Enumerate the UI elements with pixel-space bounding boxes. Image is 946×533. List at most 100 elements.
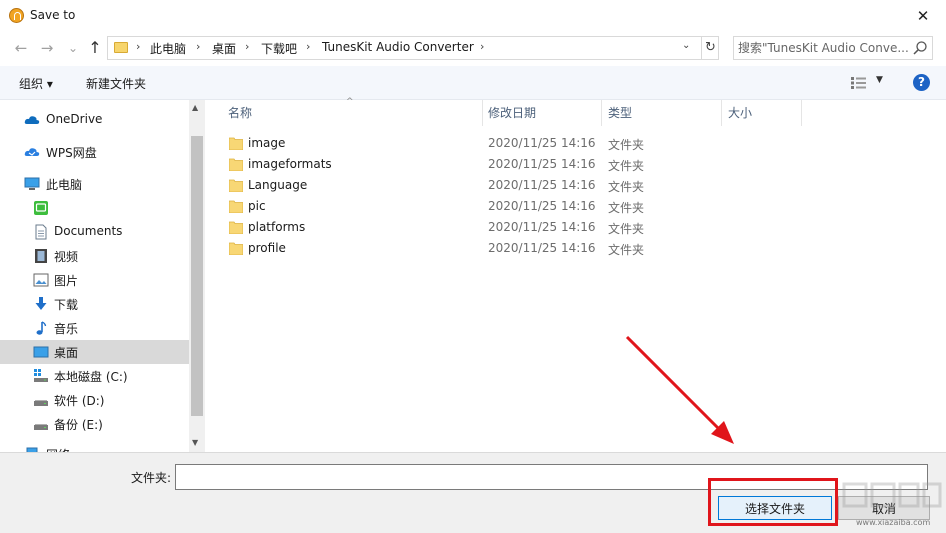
picture-icon — [33, 273, 49, 287]
window-title: Save to — [30, 8, 76, 22]
file-name: pic — [248, 199, 266, 213]
file-type: 文件夹 — [608, 243, 645, 257]
file-row[interactable]: pic 2020/11/25 14:16 文件夹 — [225, 196, 825, 217]
search-icon[interactable] — [912, 40, 928, 56]
file-name: image — [248, 136, 286, 150]
file-row[interactable]: profile 2020/11/25 14:16 文件夹 — [225, 238, 825, 259]
column-divider[interactable] — [801, 100, 802, 126]
folder-icon — [229, 200, 243, 213]
scroll-up-icon[interactable]: ▲ — [192, 103, 198, 112]
sidebar-item-label: 桌面 — [54, 346, 79, 360]
desktop-icon — [33, 346, 49, 358]
column-header-date[interactable]: 修改日期 — [488, 100, 536, 126]
refresh-icon[interactable]: ↻ — [701, 37, 719, 59]
file-type: 文件夹 — [608, 138, 645, 152]
sidebar-item-documents[interactable]: Documents — [0, 220, 189, 244]
document-icon — [35, 224, 47, 240]
drive-icon — [34, 424, 48, 430]
system-drive-icon — [34, 369, 48, 382]
sidebar-item-drive-d[interactable]: 软件 (D:) — [0, 388, 189, 412]
file-type: 文件夹 — [608, 222, 645, 236]
back-arrow-icon[interactable]: ← — [11, 38, 31, 58]
file-row[interactable]: image 2020/11/25 14:16 文件夹 — [225, 133, 825, 154]
sidebar-item-downloads[interactable]: 下载 — [0, 292, 189, 316]
forward-arrow-icon[interactable]: → — [37, 38, 57, 58]
sidebar-item-drive-c[interactable]: 本地磁盘 (C:) — [0, 364, 189, 388]
file-row[interactable]: imageformats 2020/11/25 14:16 文件夹 — [225, 154, 825, 175]
navigation-bar: ← → ⌄ ↑ › 此电脑 › 桌面 › 下载吧 › TunesKit Audi… — [0, 32, 946, 64]
column-divider[interactable] — [482, 100, 483, 126]
folder-icon — [114, 42, 128, 53]
sidebar-item-label: 此电脑 — [46, 178, 83, 192]
breadcrumb-item[interactable]: 此电脑 — [150, 40, 186, 57]
sidebar-item-network[interactable]: 网络 — [0, 442, 189, 452]
breadcrumb-separator: › — [136, 40, 141, 53]
sidebar-item-label: Documents — [54, 224, 123, 238]
title-bar: Save to ✕ — [0, 0, 946, 32]
file-name: platforms — [248, 220, 306, 234]
computer-icon — [24, 177, 40, 190]
file-name: imageformats — [248, 157, 332, 171]
search-input[interactable] — [738, 39, 912, 57]
help-icon[interactable]: ? — [913, 74, 930, 91]
sidebar-item-label: 备份 (E:) — [54, 418, 103, 432]
watermark-text: www.xiazaiba.com — [856, 518, 931, 527]
organize-button[interactable]: 组织 ▾ — [19, 75, 53, 92]
column-header-name[interactable]: 名称 — [228, 100, 252, 126]
sidebar-item-desktop[interactable]: 桌面 — [0, 340, 189, 364]
breadcrumb-item[interactable]: 桌面 — [212, 40, 236, 57]
up-arrow-icon[interactable]: ↑ — [85, 38, 105, 58]
column-header-type[interactable]: 类型 — [608, 100, 632, 126]
file-type: 文件夹 — [608, 159, 645, 173]
sidebar-item-label: 视频 — [54, 250, 79, 264]
column-divider[interactable] — [601, 100, 602, 126]
command-toolbar: 组织 ▾ 新建文件夹 ▼ ? — [0, 66, 946, 100]
wechat-files-icon — [34, 201, 48, 215]
scrollbar-thumb[interactable] — [191, 136, 203, 416]
close-button[interactable]: ✕ — [900, 0, 946, 32]
new-folder-button[interactable]: 新建文件夹 — [86, 75, 146, 92]
navigation-pane: OneDrive WPS网盘 此电脑 Documents 视频 图片 下载 音乐… — [0, 100, 205, 452]
file-row[interactable]: Language 2020/11/25 14:16 文件夹 — [225, 175, 825, 196]
address-bar[interactable]: › 此电脑 › 桌面 › 下载吧 › TunesKit Audio Conver… — [107, 36, 719, 60]
breadcrumb-item[interactable]: TunesKit Audio Converter — [322, 40, 474, 54]
video-icon — [35, 249, 47, 263]
drive-icon — [34, 400, 48, 406]
column-header-size[interactable]: 大小 — [728, 100, 752, 126]
view-dropdown-icon[interactable]: ▼ — [876, 75, 883, 85]
sidebar-item-wechat-files[interactable] — [0, 196, 189, 220]
sidebar-item-videos[interactable]: 视频 — [0, 244, 189, 268]
sort-ascending-icon: ^ — [346, 97, 354, 107]
sidebar-item-label: 下载 — [54, 298, 79, 312]
file-date: 2020/11/25 14:16 — [488, 178, 596, 192]
music-icon — [36, 321, 47, 335]
sidebar-item-music[interactable]: 音乐 — [0, 316, 189, 340]
sidebar-item-this-pc[interactable]: 此电脑 — [0, 172, 189, 196]
file-date: 2020/11/25 14:16 — [488, 136, 596, 150]
search-box[interactable] — [733, 36, 933, 60]
address-dropdown-icon[interactable]: ⌄ — [682, 40, 690, 51]
view-options-icon[interactable] — [851, 77, 866, 89]
file-list-pane: ^ 名称 修改日期 类型 大小 image 2020/11/25 14:16 文… — [205, 97, 946, 452]
column-divider[interactable] — [721, 100, 722, 126]
file-row[interactable]: platforms 2020/11/25 14:16 文件夹 — [225, 217, 825, 238]
breadcrumb-separator: › — [196, 40, 201, 53]
sidebar-item-onedrive[interactable]: OneDrive — [0, 108, 189, 132]
scroll-down-icon[interactable]: ▼ — [192, 438, 198, 447]
download-icon — [35, 297, 47, 310]
file-date: 2020/11/25 14:16 — [488, 220, 596, 234]
sidebar-item-label: 图片 — [54, 274, 79, 288]
breadcrumb-item[interactable]: 下载吧 — [261, 40, 297, 57]
sidebar-item-drive-e[interactable]: 备份 (E:) — [0, 412, 189, 436]
file-name: Language — [248, 178, 308, 192]
folder-icon — [229, 158, 243, 171]
sidebar-item-label: 音乐 — [54, 322, 79, 336]
breadcrumb-separator: › — [480, 40, 485, 53]
sidebar-item-pictures[interactable]: 图片 — [0, 268, 189, 292]
folder-icon — [229, 242, 243, 255]
recent-locations-chevron-icon[interactable]: ⌄ — [63, 38, 83, 58]
sidebar-item-label: 本地磁盘 (C:) — [54, 370, 128, 384]
sidebar-item-wps-cloud[interactable]: WPS网盘 — [0, 140, 189, 164]
dialog-footer: 文件夹: 选择文件夹 取消 — [0, 452, 946, 533]
sidebar-scrollbar[interactable]: ▲ ▼ — [189, 100, 205, 452]
